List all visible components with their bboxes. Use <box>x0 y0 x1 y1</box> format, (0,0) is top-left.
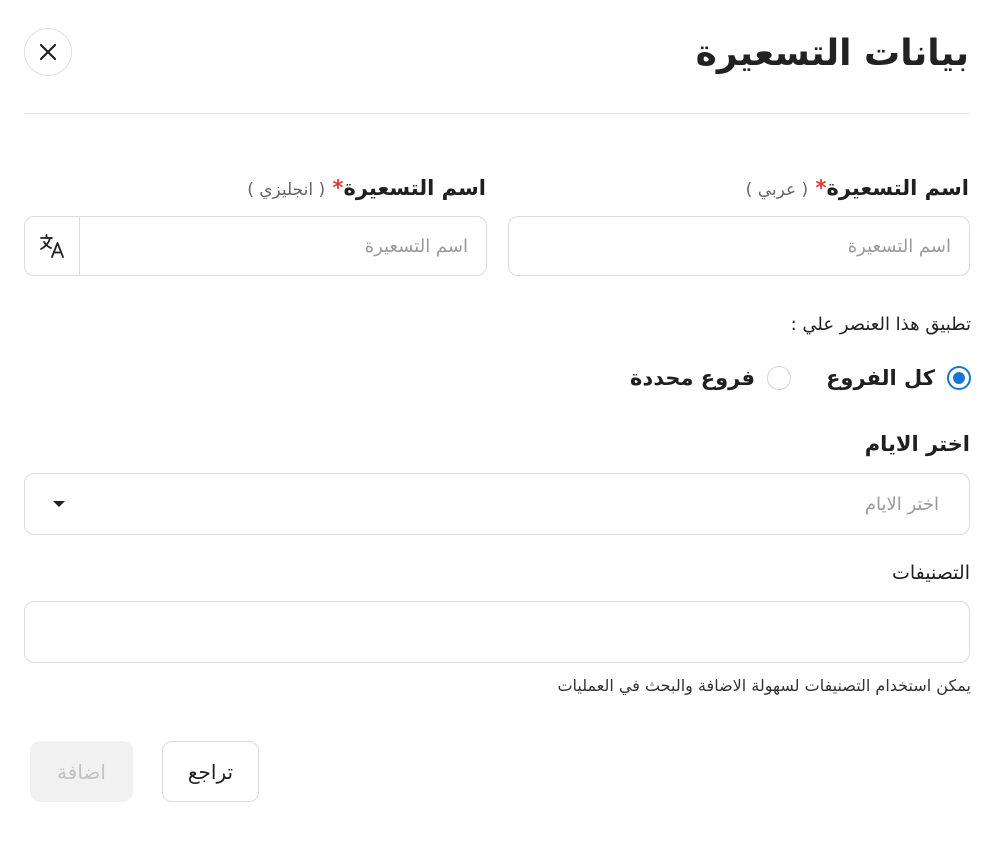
radio-specific-branches[interactable]: فروع محددة <box>630 366 791 390</box>
page-title: بيانات التسعيرة <box>695 33 969 74</box>
name-en-label-text: اسم التسعيرة <box>343 176 486 200</box>
name-ar-label: اسم التسعيرة* ( عربي ) <box>746 174 969 204</box>
name-en-label: اسم التسعيرة* ( انجليزي ) <box>247 174 486 204</box>
name-en-field[interactable] <box>79 216 487 276</box>
days-select[interactable]: اختر الايام <box>24 473 970 535</box>
close-icon <box>39 43 57 61</box>
radio-all-branches-control[interactable] <box>947 366 971 390</box>
required-mark: * <box>332 176 344 200</box>
close-button[interactable] <box>24 28 72 76</box>
tags-input[interactable] <box>43 602 951 662</box>
radio-specific-branches-label: فروع محددة <box>630 366 755 390</box>
caret-down-icon <box>53 501 65 507</box>
name-ar-label-text: اسم التسعيرة <box>826 176 969 200</box>
radio-all-branches[interactable]: كل الفروع <box>826 366 971 390</box>
translate-icon <box>40 234 64 258</box>
days-label: اختر الايام <box>864 432 970 456</box>
header-divider <box>24 113 970 114</box>
radio-specific-branches-control[interactable] <box>767 366 791 390</box>
name-en-input[interactable] <box>98 217 468 275</box>
back-button[interactable]: تراجع <box>162 741 259 802</box>
tags-helper-text: يمكن استخدام التصنيفات لسهولة الاضافة وا… <box>557 676 971 695</box>
add-button[interactable]: اضافة <box>30 741 133 802</box>
days-placeholder: اختر الايام <box>864 493 939 515</box>
radio-all-branches-label: كل الفروع <box>826 366 935 390</box>
required-mark: * <box>815 176 827 200</box>
tags-label: التصنيفات <box>891 562 970 584</box>
translate-button[interactable] <box>24 216 80 276</box>
name-ar-hint: ( عربي ) <box>745 180 809 200</box>
name-ar-field[interactable] <box>508 216 970 276</box>
name-en-hint: ( انجليزي ) <box>247 180 326 200</box>
tags-field[interactable] <box>24 601 970 663</box>
name-ar-input[interactable] <box>527 217 951 275</box>
apply-label: تطبيق هذا العنصر علي : <box>790 314 971 335</box>
